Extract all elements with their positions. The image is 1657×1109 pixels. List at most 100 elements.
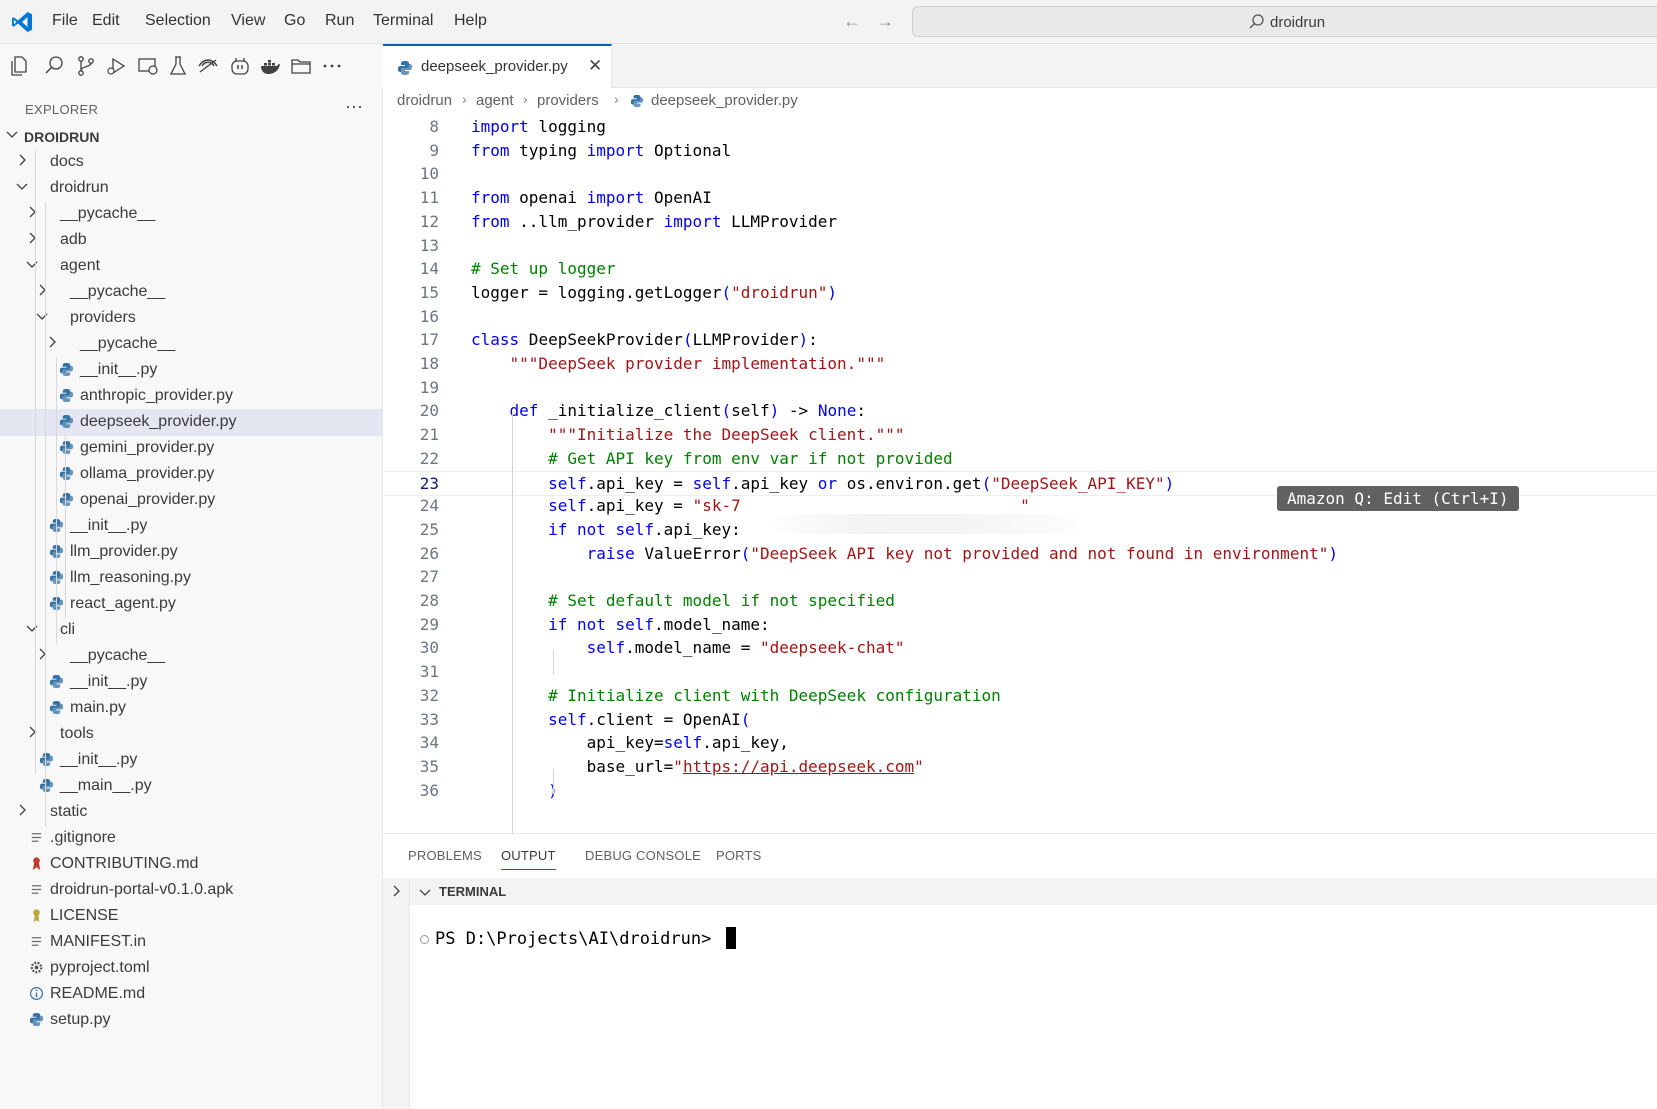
tree-file[interactable]: llm_reasoning.py [0,565,382,592]
tree-folder[interactable]: __pycache__ [0,331,382,358]
more-icon[interactable] [320,54,344,78]
terminal-section-header[interactable]: TERMINAL [410,878,1657,905]
breadcrumb-agent[interactable]: agent [476,92,514,109]
tree-file[interactable]: __init__.py [0,669,382,696]
breadcrumb-droidrun[interactable]: droidrun [397,92,452,109]
menu-run[interactable]: Run [325,12,354,30]
code-line[interactable]: 11 from openai import OpenAI [383,186,1657,211]
tree-folder[interactable]: cli [0,617,382,644]
code-line[interactable]: 10 [383,162,1657,187]
extension-icon[interactable] [196,54,220,78]
code-line[interactable]: 9 from typing import Optional [383,139,1657,164]
code-line[interactable]: 36 ) [383,779,1657,804]
tree-folder[interactable]: __pycache__ [0,643,382,670]
code-line[interactable]: 16 [383,305,1657,330]
breadcrumb-file[interactable]: deepseek_provider.py [651,92,798,109]
code-line[interactable]: 14 # Set up logger [383,257,1657,282]
tree-folder[interactable]: DROIDRUN [0,123,382,150]
docker-icon[interactable] [258,54,282,78]
tree-folder[interactable]: agent [0,253,382,280]
tree-file[interactable]: pyproject.toml [0,955,382,982]
tree-file[interactable]: deepseek_provider.py [0,409,382,436]
menu-file[interactable]: File [52,12,78,30]
menu-selection[interactable]: Selection [145,12,211,30]
code-line[interactable]: 34 api_key=self.api_key, [383,731,1657,756]
explorer-icon[interactable] [8,54,32,78]
code-line[interactable]: 22 # Get API key from env var if not pro… [383,447,1657,472]
remote-explorer-icon[interactable] [136,54,160,78]
tree-folder[interactable]: adb [0,227,382,254]
amazon-q-inline-hint[interactable]: Amazon Q: Edit (Ctrl+I) [1277,486,1519,511]
tree-file[interactable]: README.md [0,981,382,1008]
tree-file[interactable]: llm_provider.py [0,539,382,566]
code-line[interactable]: 33 self.client = OpenAI( [383,708,1657,733]
menu-go[interactable]: Go [284,12,305,30]
code-line[interactable]: 19 [383,376,1657,401]
tab-problems[interactable]: PROBLEMS [408,848,482,863]
menu-help[interactable]: Help [454,12,487,30]
code-line[interactable]: 29 if not self.model_name: [383,613,1657,638]
tree-folder[interactable]: __pycache__ [0,279,382,306]
tree-file[interactable]: anthropic_provider.py [0,383,382,410]
back-arrow-icon[interactable]: ← [843,11,861,32]
terminal[interactable]: PS D:\Projects\AI\droidrun> [410,905,1657,1109]
code-line[interactable]: 27 [383,565,1657,590]
code-line[interactable]: 15 logger = logging.getLogger("droidrun") [383,281,1657,306]
run-debug-icon[interactable] [105,54,129,78]
menu-edit[interactable]: Edit [92,12,120,30]
chevron-right-icon[interactable] [389,884,403,898]
tree-file[interactable]: setup.py [0,1007,382,1034]
testing-icon[interactable] [166,54,190,78]
command-center-search[interactable]: droidrun [912,6,1657,37]
tab-deepseek-provider[interactable]: deepseek_provider.py ✕ [383,44,612,88]
tree-folder[interactable]: __pycache__ [0,201,382,228]
tab-debug-console[interactable]: DEBUG CONSOLE [585,848,701,863]
tree-file[interactable]: __init__.py [0,357,382,384]
tree-file[interactable]: LICENSE [0,903,382,930]
menu-view[interactable]: View [231,12,265,30]
code-line[interactable]: 20 def _initialize_client(self) -> None: [383,399,1657,424]
tree-file[interactable]: __init__.py [0,513,382,540]
tree-folder[interactable]: docs [0,149,382,176]
tree-folder[interactable]: tools [0,721,382,748]
code-line[interactable]: 18 """DeepSeek provider implementation."… [383,352,1657,377]
tree-file[interactable]: .gitignore [0,825,382,852]
code-line[interactable]: 31 [383,660,1657,685]
forward-arrow-icon[interactable]: → [876,11,894,32]
tree-file[interactable]: __main__.py [0,773,382,800]
tab-ports[interactable]: PORTS [716,848,762,863]
tree-file[interactable]: gemini_provider.py [0,435,382,462]
vscode-logo-icon[interactable] [10,10,34,34]
tree-folder[interactable]: static [0,799,382,826]
tree-folder[interactable]: providers [0,305,382,332]
search-icon[interactable] [42,54,66,78]
code-line[interactable]: 17 class DeepSeekProvider(LLMProvider): [383,328,1657,353]
tree-file[interactable]: ollama_provider.py [0,461,382,488]
tree-file[interactable]: react_agent.py [0,591,382,618]
tree-folder[interactable]: droidrun [0,175,382,202]
tree-file[interactable]: openai_provider.py [0,487,382,514]
code-line[interactable]: 30 self.model_name = "deepseek-chat" [383,636,1657,661]
tree-file[interactable]: __init__.py [0,747,382,774]
breadcrumb-providers[interactable]: providers [537,92,599,109]
tree-file[interactable]: CONTRIBUTING.md [0,851,382,878]
code-line[interactable]: 12 from ..llm_provider import LLMProvider [383,210,1657,235]
code-editor[interactable]: 8 import logging 9 from typing import Optio… [383,115,1657,833]
copilot-icon[interactable] [228,54,252,78]
code-line[interactable]: 28 # Set default model if not specified [383,589,1657,614]
code-line[interactable]: 26 raise ValueError("DeepSeek API key no… [383,542,1657,567]
code-line[interactable]: 8 import logging [383,115,1657,140]
code-line[interactable]: 21 """Initialize the DeepSeek client.""" [383,423,1657,448]
tree-file[interactable]: droidrun-portal-v0.1.0.apk [0,877,382,904]
source-control-icon[interactable] [74,54,98,78]
code-line[interactable]: 13 [383,234,1657,259]
code-line[interactable]: 32 # Initialize client with DeepSeek con… [383,684,1657,709]
close-icon[interactable]: ✕ [588,56,602,76]
folder-icon[interactable] [289,54,313,78]
tree-file[interactable]: MANIFEST.in [0,929,382,956]
menu-terminal[interactable]: Terminal [373,12,433,30]
code-line[interactable]: 35 base_url="https://api.deepseek.com" [383,755,1657,780]
tree-file[interactable]: main.py [0,695,382,722]
explorer-more-icon[interactable]: ··· [345,96,363,117]
tab-output[interactable]: OUTPUT [501,848,556,870]
